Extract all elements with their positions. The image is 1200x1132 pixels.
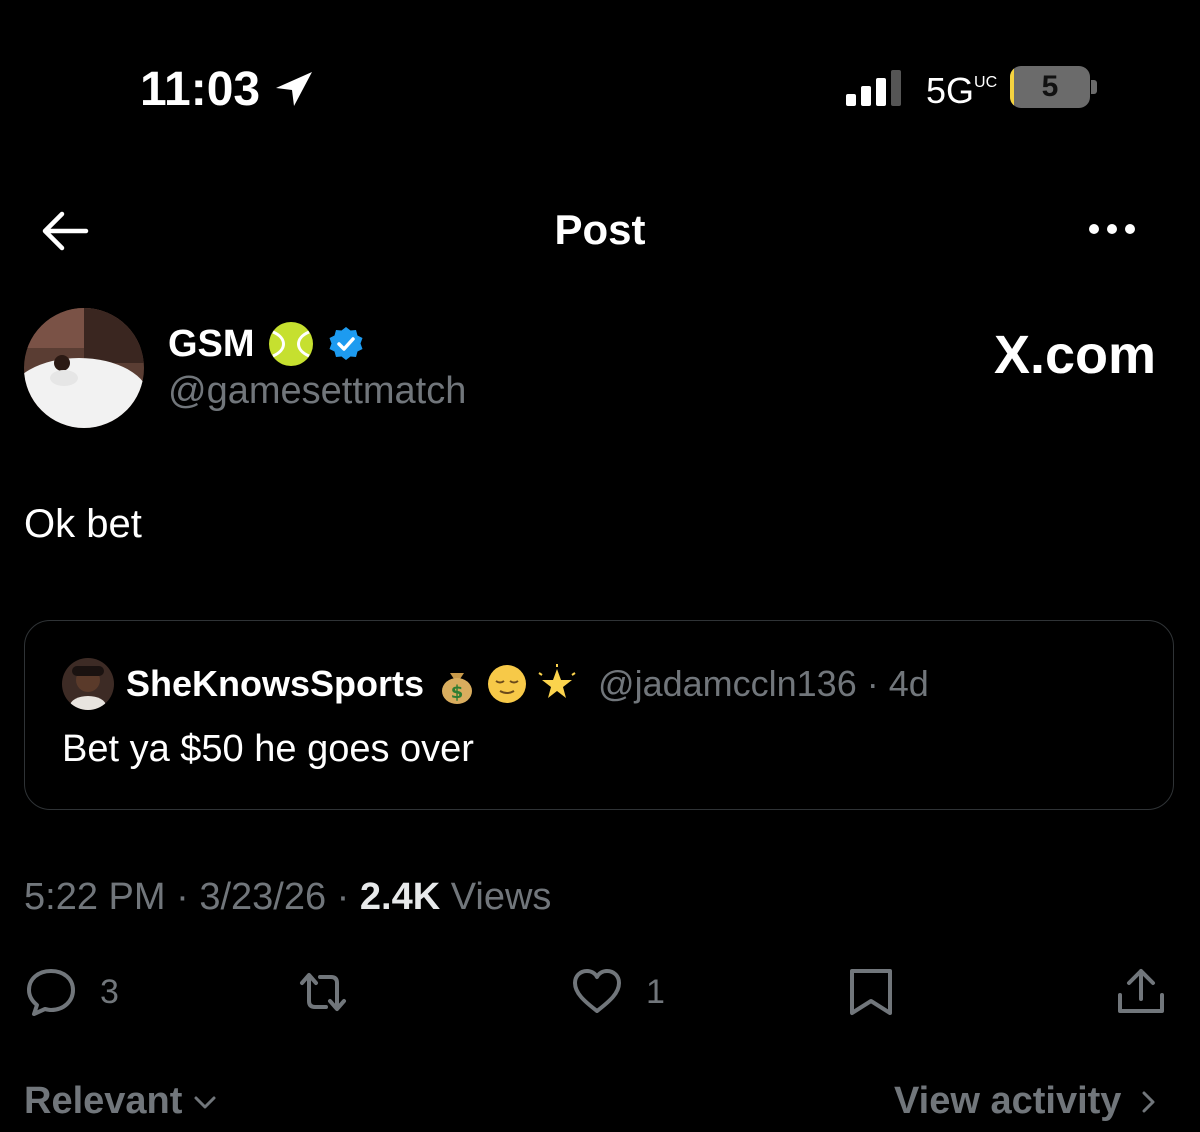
views-label: Views: [450, 876, 552, 918]
location-arrow-icon: [276, 72, 312, 106]
author-avatar[interactable]: [24, 308, 144, 428]
glowing-star-icon: [538, 664, 576, 698]
chevron-down-icon: [194, 1096, 216, 1108]
battery-icon: 5: [1010, 66, 1090, 108]
share-icon: [1118, 969, 1164, 1013]
reply-count: 3: [100, 972, 119, 1011]
status-time: 11:03: [140, 63, 261, 116]
quoted-age: 4d: [888, 663, 929, 704]
heart-icon: [573, 969, 621, 1013]
view-activity-link[interactable]: View activity: [894, 1080, 1161, 1123]
repost-icon: [300, 973, 346, 1011]
chevron-right-icon: [1142, 1091, 1155, 1112]
tweet-date: 3/23/26: [199, 876, 327, 918]
quoted-tweet-card[interactable]: [24, 620, 1174, 810]
tennis-ball-icon: [268, 322, 313, 366]
tweet-meta: 5:22 PM · 3/23/26 · 2.4K Views: [24, 876, 552, 918]
tweet-text: Ok bet: [24, 502, 142, 546]
quoted-tweet-text: Bet ya $50 he goes over: [62, 728, 474, 770]
verified-badge-icon: [329, 327, 363, 360]
views-count: 2.4K: [359, 876, 441, 918]
battery-level: 5: [1041, 70, 1059, 103]
tweet-time: 5:22 PM: [24, 876, 166, 918]
quoted-author-avatar[interactable]: [62, 658, 114, 710]
battery-cap: [1091, 80, 1097, 94]
reply-icon: [27, 969, 75, 1016]
reply-button[interactable]: 3: [24, 964, 119, 1020]
network-type: 5GUC: [926, 70, 998, 111]
bookmark-icon: [850, 969, 892, 1015]
share-button[interactable]: [1114, 964, 1168, 1020]
author-handle[interactable]: @gamesettmatch: [168, 370, 466, 413]
quoted-author-name[interactable]: SheKnowsSports: [126, 663, 424, 705]
more-options-icon[interactable]: [1082, 214, 1142, 244]
author-name[interactable]: GSM: [168, 323, 255, 366]
sort-label: Relevant: [24, 1080, 183, 1122]
author-name-row: GSM: [168, 318, 365, 370]
quoted-header: SheKnowsSports $ @jadamccln136 · 4d: [126, 658, 929, 710]
repost-button[interactable]: [296, 964, 350, 1020]
bookmark-button[interactable]: [844, 964, 898, 1020]
relieved-face-icon: [488, 665, 527, 703]
sort-dropdown[interactable]: Relevant: [24, 1080, 218, 1123]
view-activity-label: View activity: [894, 1080, 1122, 1122]
quoted-author-handle[interactable]: @jadamccln136 · 4d: [598, 663, 929, 705]
svg-text:$: $: [451, 682, 464, 703]
like-count: 1: [646, 972, 665, 1011]
signal-strength-icon: [846, 70, 901, 106]
money-bag-icon: $: [442, 673, 473, 704]
brand-watermark: X.com: [993, 325, 1156, 385]
like-button[interactable]: 1: [570, 964, 665, 1020]
page-title: Post: [554, 206, 646, 253]
